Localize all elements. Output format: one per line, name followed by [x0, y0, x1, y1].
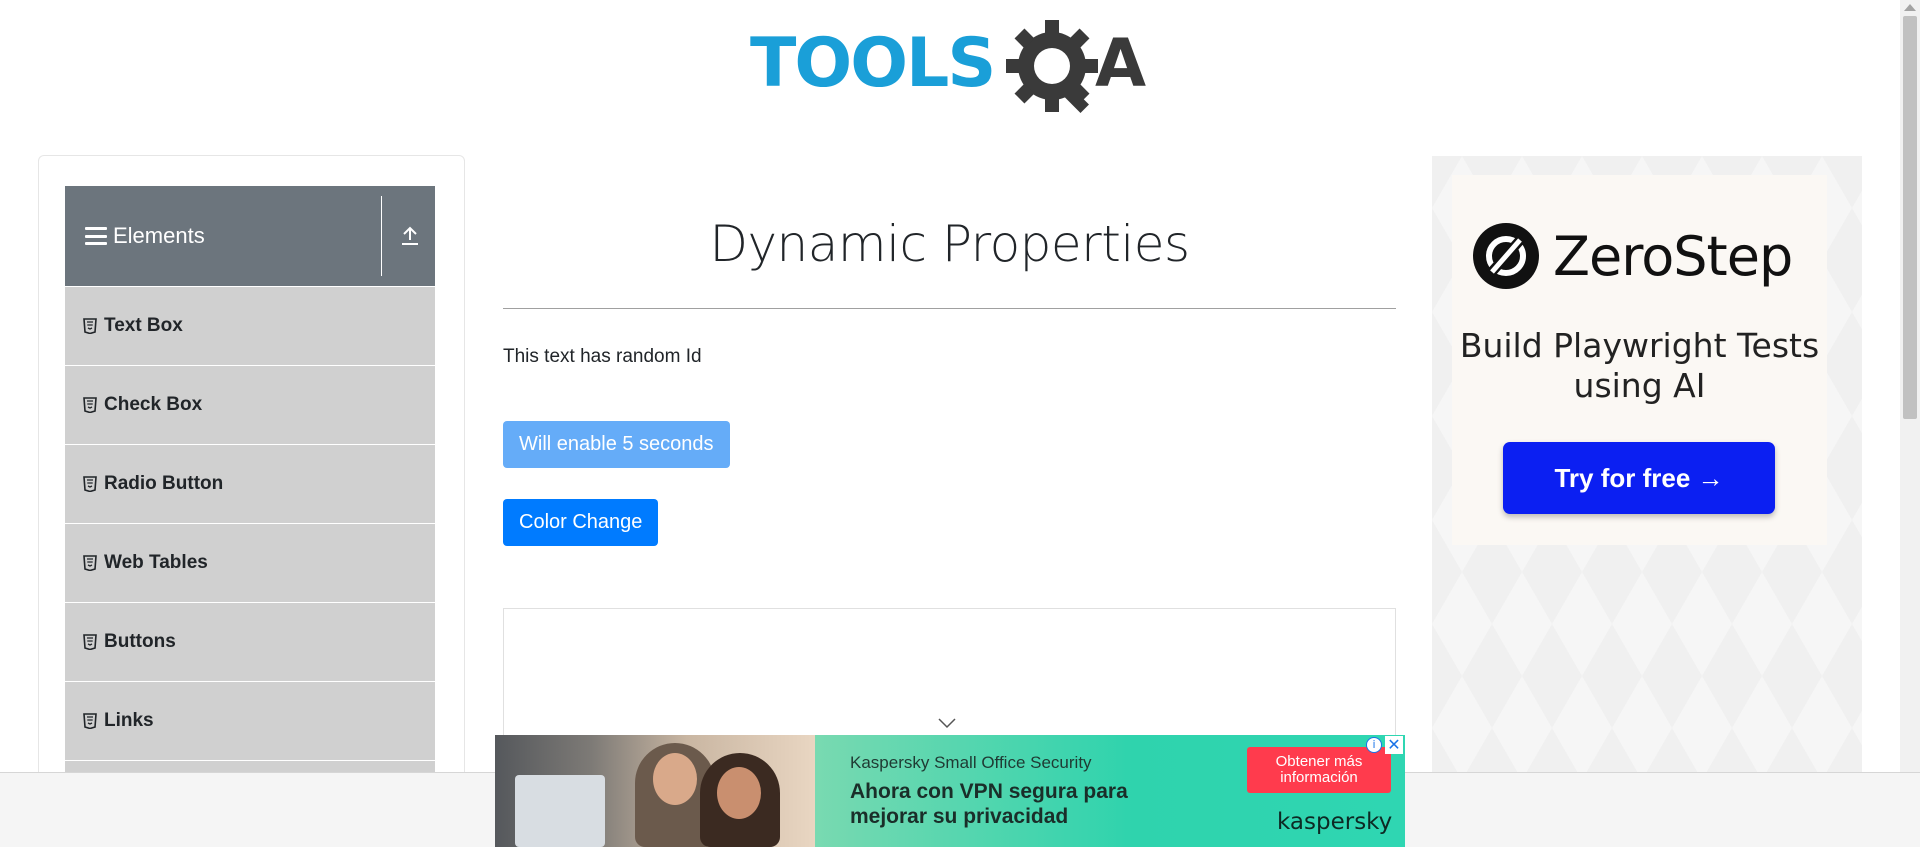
menu-icon	[85, 227, 107, 245]
scrollbar-thumb[interactable]	[1903, 16, 1917, 419]
sidebar-item-links[interactable]: Links	[65, 682, 435, 761]
enable-after-button[interactable]: Will enable 5 seconds	[503, 421, 730, 468]
sidebar-item-label: Text Box	[104, 315, 183, 336]
sidebar-item-check-box[interactable]: Check Box	[65, 366, 435, 445]
scroll-up-arrow-icon[interactable]	[1904, 4, 1916, 11]
toolsqa-logo-graphic: TOOLS A	[750, 20, 1146, 113]
try-for-free-button[interactable]: Try for free →	[1503, 442, 1775, 514]
kaspersky-ad-banner[interactable]: Kaspersky Small Office Security Ahora co…	[495, 735, 1405, 847]
zerostep-headline: Build Playwright Tests using AI	[1459, 326, 1820, 405]
sidebar-item-label: Web Tables	[104, 552, 208, 573]
svg-text:A: A	[1095, 25, 1146, 102]
html5-icon	[83, 318, 97, 334]
zerostep-logo-icon	[1473, 223, 1539, 289]
zerostep-brand: ZeroStep	[1553, 225, 1793, 288]
sidebar-item-web-tables[interactable]: Web Tables	[65, 524, 435, 603]
sidebar-item-label: Buttons	[104, 631, 176, 652]
random-id-text: This text has random Id	[503, 346, 702, 367]
html5-icon	[83, 476, 97, 492]
html5-icon	[83, 397, 97, 413]
sidebar-group-title: Elements	[113, 223, 205, 248]
sidebar-item-text-box[interactable]: Text Box	[65, 287, 435, 366]
toolsqa-logo[interactable]: TOOLS A	[750, 18, 1155, 118]
sidebar-item-label: Radio Button	[104, 473, 224, 494]
sidebar-item-label: Check Box	[104, 394, 203, 415]
ad-photo	[495, 735, 815, 847]
collapse-button[interactable]	[385, 186, 435, 286]
sidebar-item-label: Links	[104, 710, 154, 731]
header-divider	[381, 196, 382, 276]
svg-text:TOOLS: TOOLS	[750, 24, 994, 103]
sidebar-group-elements[interactable]: Elements	[65, 186, 435, 286]
ad-brand-logo: kaspersky	[1277, 809, 1393, 835]
title-divider	[503, 308, 1396, 309]
upload-arrow-icon	[402, 226, 418, 245]
chevron-down-icon[interactable]	[937, 717, 957, 729]
html5-icon	[83, 713, 97, 729]
color-change-button[interactable]: Color Change	[503, 499, 659, 546]
sidebar-menu: Text Box Check Box Radio Button Web Tabl…	[65, 287, 435, 791]
html5-icon	[83, 555, 97, 571]
sidebar-item-radio-button[interactable]: Radio Button	[65, 445, 435, 524]
ad-close-icon[interactable]: ✕	[1385, 736, 1403, 754]
page-title: Dynamic Properties	[709, 215, 1190, 273]
html5-icon	[83, 634, 97, 650]
ad-cta-button[interactable]: Obtener más información	[1247, 747, 1391, 793]
ad-subtitle: Kaspersky Small Office Security	[850, 753, 1092, 772]
ad-headline: Ahora con VPN segura para mejorar su pri…	[850, 780, 1128, 828]
ad-info-icon[interactable]: i	[1366, 737, 1382, 753]
sidebar-item-buttons[interactable]: Buttons	[65, 603, 435, 682]
